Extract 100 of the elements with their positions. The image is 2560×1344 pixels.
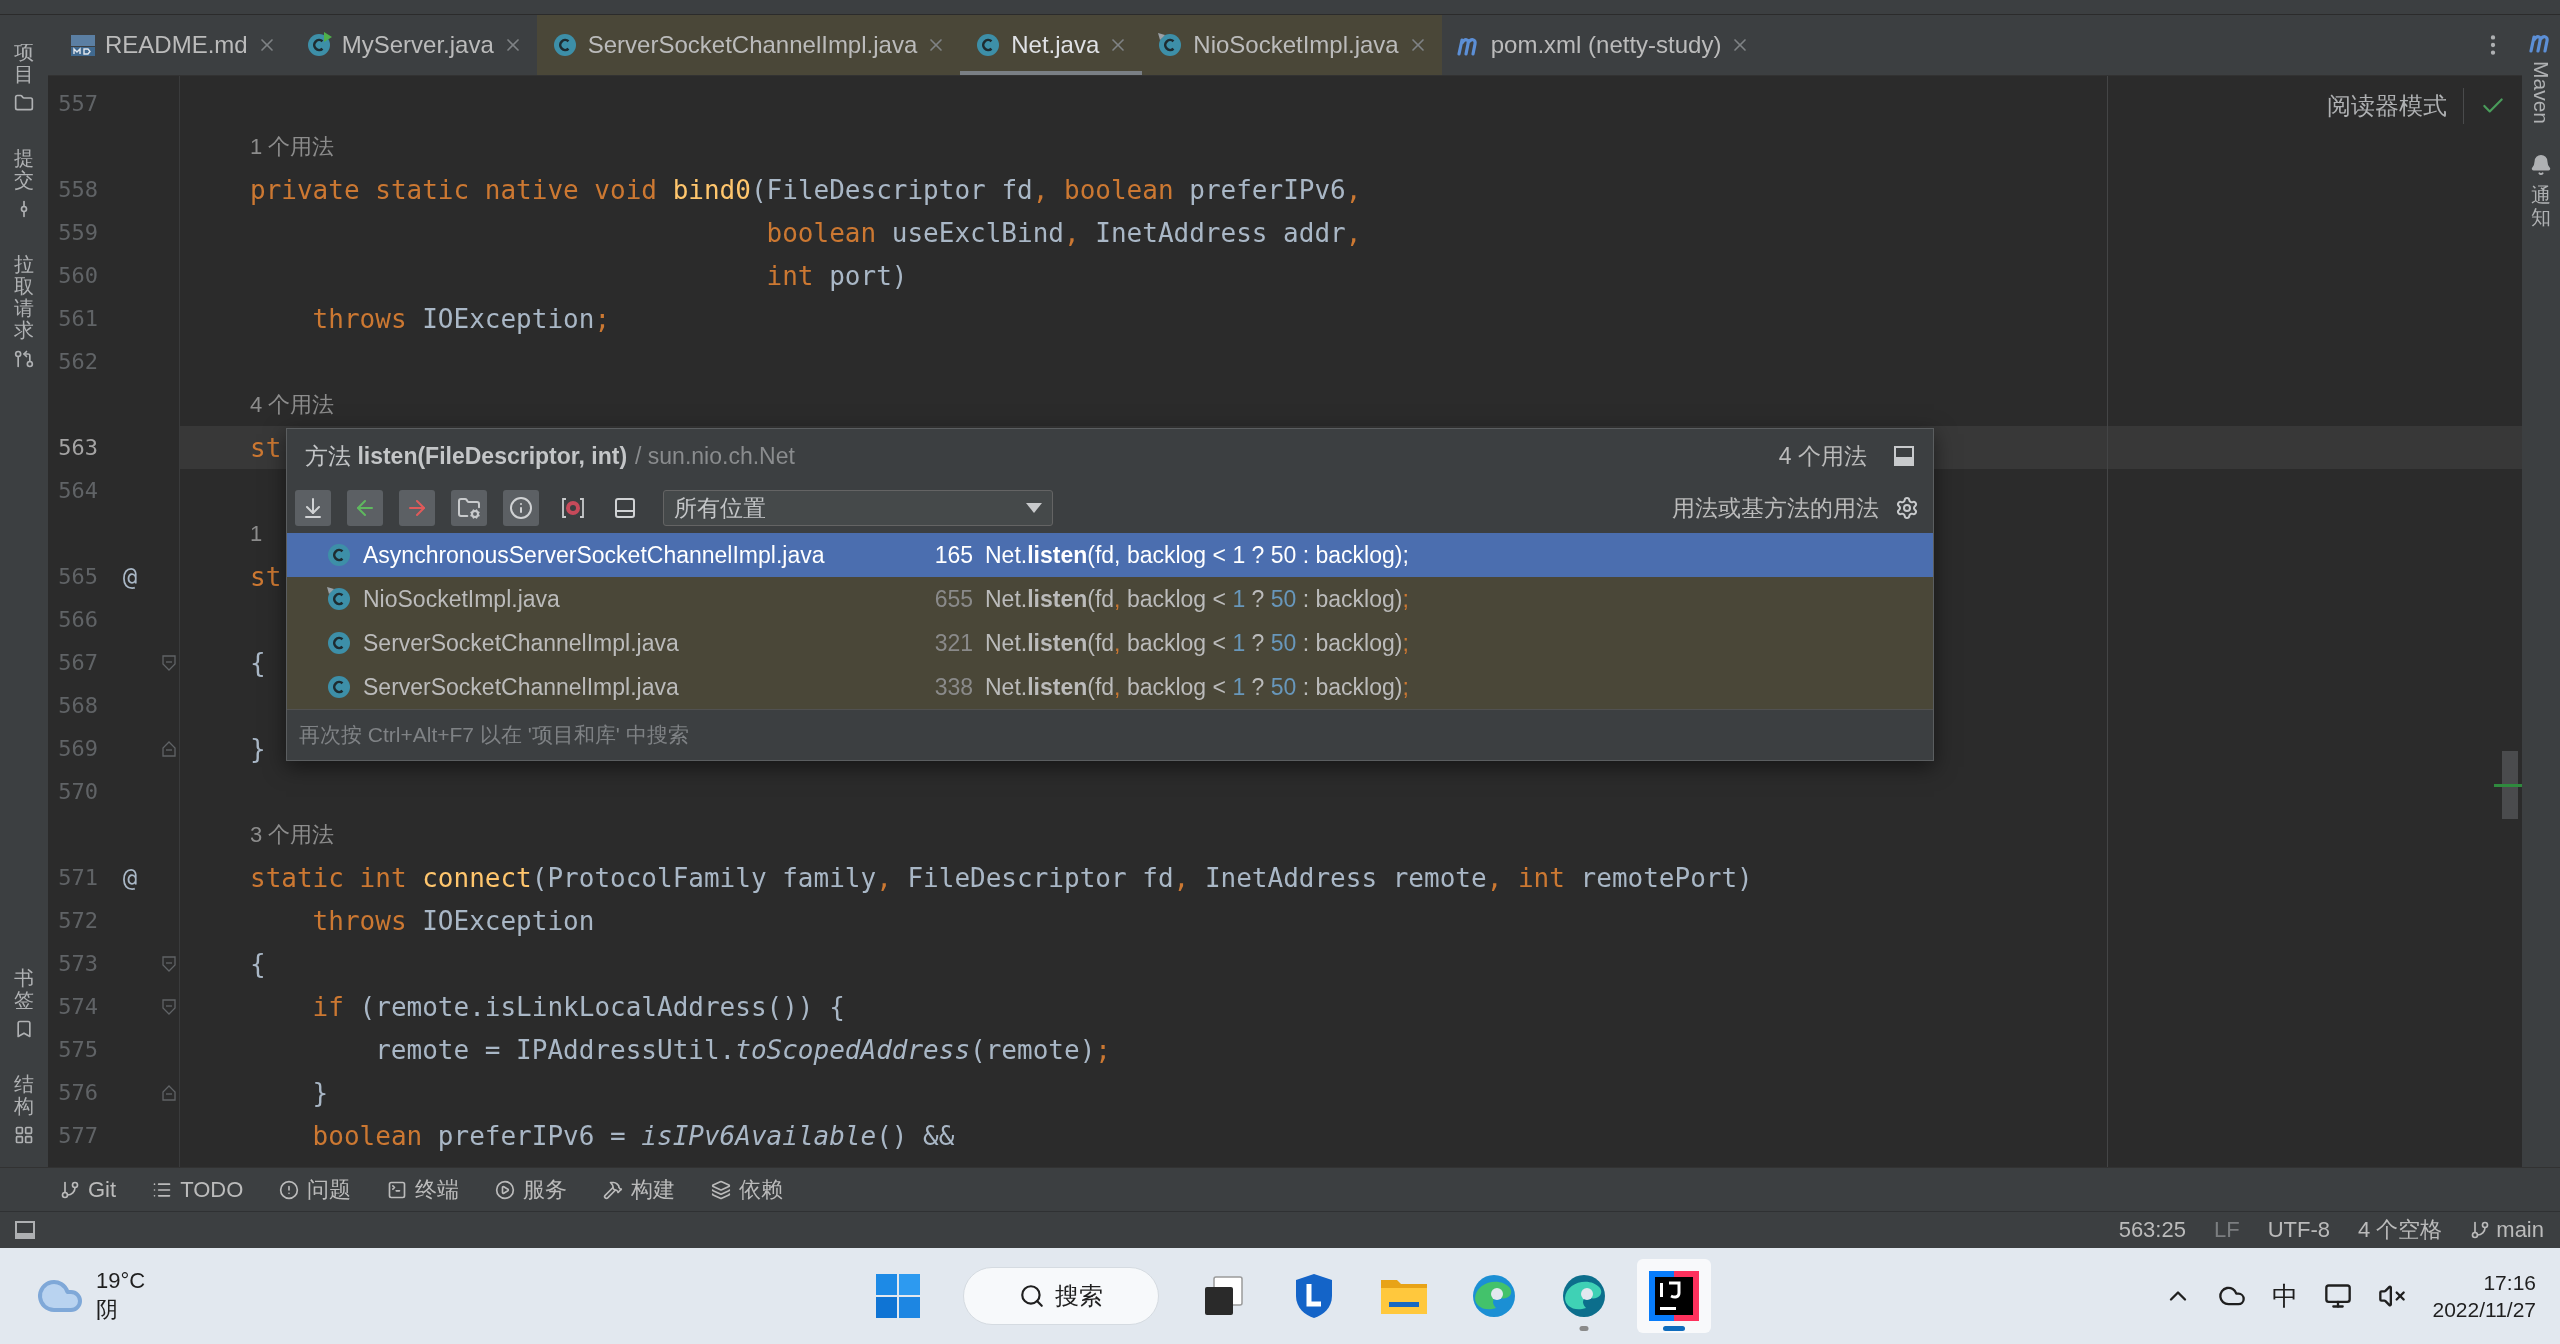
usage-hint[interactable]: 4 个用法 [250,389,335,420]
markdown-file-icon [70,32,96,58]
bell-icon [2530,154,2552,177]
indent-setting[interactable]: 4 个空格 [2357,1215,2443,1245]
code-line: { [250,647,266,678]
code-snippet: Net.listen(fd, backlog < 1 ? 50 : backlog); [984,673,1410,701]
tool-window-button[interactable]: 构建 [603,1174,676,1205]
file-name: ServerSocketChannelImpl.java [363,629,680,657]
code-snippet: Net.listen(fd, backlog < 1 ? 50 : backlog); [984,541,1410,569]
bracket-circle-icon [561,496,585,520]
tool-window-label[interactable]: 通知 [2531,184,2551,229]
pull-request-icon [14,349,34,369]
file-name: AsynchronousServerSocketChannelImpl.java [363,541,826,569]
input-method[interactable]: 中 [2272,1278,2299,1314]
fold-icon[interactable] [162,654,176,671]
line-number: 574 [57,994,98,1019]
line-number: 572 [57,908,98,933]
branch-icon [2470,1220,2491,1240]
file-name: NioSocketImpl.java [363,585,561,613]
panel-icon [613,496,637,520]
search-icon [1019,1283,1045,1309]
clock[interactable]: 17:16 2022/11/27 [2432,1268,2536,1324]
code-line: st [250,561,282,592]
line-number: 564 [57,478,98,503]
tool-window-button[interactable]: TODO [152,1176,244,1203]
weather-widget[interactable]: 19°C 阴 [36,1267,861,1325]
branch-icon [60,1179,80,1200]
code-line: private static native void bind0(FileDescriptor fd, boolean preferIPv6, [250,174,1362,205]
git-branch[interactable]: main [2470,1217,2544,1243]
monitor-icon[interactable] [2324,1282,2353,1310]
layers-icon [711,1179,732,1200]
code-snippet: Net.listen(fd, backlog < 1 ? 50 : backlog); [984,585,1410,613]
code-line: { [250,948,266,979]
tool-window-label[interactable]: 书签 [14,967,34,1011]
caret-position[interactable]: 563:25 [2118,1217,2186,1243]
tool-window-button[interactable]: Git [60,1176,117,1203]
fold-icon[interactable] [162,955,176,972]
usage-row[interactable]: NioSocketImpl.java 655 Net.listen(fd, backlog < 1 ? 50 : backlog); [287,577,1933,621]
line-number: 573 [57,951,98,976]
group-by-folder-button[interactable] [451,490,487,526]
usage-row[interactable]: AsynchronousServerSocketChannelImpl.java 165 Net.listen(fd, backlog < 1 ? 50 : backlog); [287,533,1933,577]
usage-hint[interactable]: 1 [250,520,263,547]
usage-row[interactable]: ServerSocketChannelImpl.java 338 Net.listen(fd, backlog < 1 ? 50 : backlog); [287,665,1933,709]
line-number: 570 [57,779,98,804]
code-snippet: Net.listen(fd, backlog < 1 ? 50 : backlog); [984,629,1410,657]
tool-window-label[interactable]: 项目 [14,41,34,85]
tool-window-button[interactable]: 问题 [279,1174,352,1205]
previous-button[interactable] [347,490,383,526]
implementation-marker[interactable]: @ [122,562,138,591]
windows-icon [875,1273,921,1319]
code-line: throws IOException [312,905,595,936]
play-icon [495,1179,516,1200]
scope-dropdown[interactable]: 所有位置 [663,490,1053,526]
editor-tab[interactable]: README.md [56,15,291,75]
tool-window-button[interactable]: 服务 [495,1174,568,1205]
tool-window-label[interactable]: 提交 [14,147,34,191]
line-number: 569 [57,736,98,761]
reader-mode-link[interactable]: 阅读器模式 [2327,90,2447,122]
usage-hint[interactable]: 1 个用法 [250,131,335,162]
panel-toggle-icon[interactable] [14,1219,36,1241]
tool-window-button[interactable]: 终端 [387,1174,460,1205]
fold-icon[interactable] [162,1084,176,1101]
change-marker [2494,784,2522,787]
tool-window-label[interactable]: 结构 [14,1073,34,1117]
search-tip: 再次按 Ctrl+Alt+F7 以在 '项目和库' 中搜索 [299,722,689,748]
tool-window-button[interactable]: 依赖 [711,1174,784,1205]
class-path: / sun.nio.ch.Net [635,442,795,470]
fold-icon[interactable] [162,998,176,1015]
editor-tab[interactable]: pom.xml (netty-study) [1441,15,1765,75]
code-line: boolean useExclBind, InetAddress addr, [766,217,1362,248]
fold-icon[interactable] [162,740,176,757]
settings-icon[interactable] [1895,496,1919,520]
tool-window-label: 问题 [307,1175,352,1204]
class-icon [325,673,353,701]
line-number: 338 [933,673,973,701]
scrollbar-thumb[interactable] [2502,751,2518,819]
search-field[interactable]: 搜索 [963,1267,1159,1325]
line-number: 321 [933,629,973,657]
info-button[interactable] [503,490,539,526]
editor-tab[interactable]: NioSocketImpl.java [1142,15,1442,75]
pin-icon[interactable] [1893,445,1915,467]
tool-window-label: 依赖 [739,1175,784,1204]
tool-window-label[interactable]: Maven [2529,61,2553,125]
code-line: throws IOException; [312,303,611,334]
usage-row[interactable]: ServerSocketChannelImpl.java 321 Net.listen(fd, backlog < 1 ? 50 : backlog); [287,621,1933,665]
file-encoding[interactable]: UTF-8 [2267,1217,2330,1243]
terminal-icon [387,1179,408,1200]
line-number: 575 [57,1037,98,1062]
editor-tab[interactable]: MyServer.java [290,15,537,75]
code-line: remote = IPAddressUtil.toScopedAddress(remote); [375,1034,1111,1065]
tool-window-label[interactable]: 拉取请求 [14,253,34,341]
editor-tab[interactable]: ServerSocketChannelImpl.java [536,15,961,75]
weather-condition: 阴 [96,1296,119,1324]
taskbar-app[interactable] [1637,1259,1711,1333]
tool-window-label: 服务 [523,1175,568,1204]
usage-hint[interactable]: 3 个用法 [250,819,335,850]
expand-button[interactable] [295,490,331,526]
implementation-marker[interactable]: @ [122,863,138,892]
code-line: static int connect(ProtocolFamily family, FileDescriptor fd, InetAddress remote, int remotePort) [250,862,1753,893]
editor-tab[interactable]: Net.java [960,15,1143,75]
